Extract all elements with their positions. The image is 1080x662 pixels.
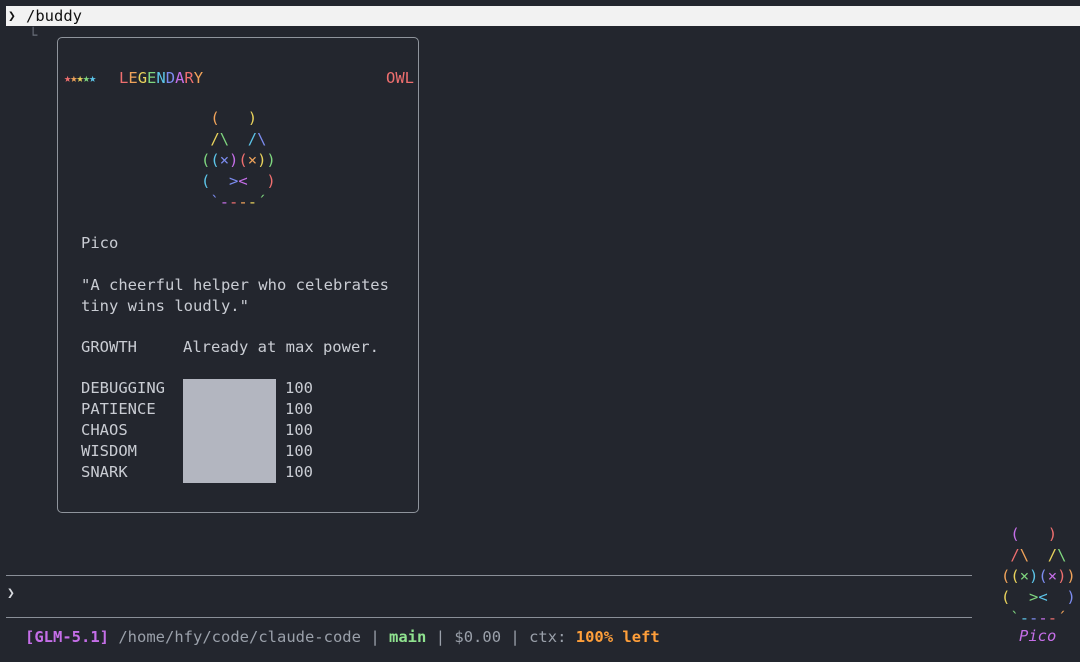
- stat-name: PATIENCE: [81, 400, 156, 418]
- stats-list: DEBUGGING 100 PATIENCE 100 CHAOS 100 WIS…: [81, 378, 313, 483]
- art-line: /\ /\: [1010, 546, 1067, 564]
- cost-value: $0.00: [454, 628, 502, 646]
- art-line: ( >< ): [201, 172, 276, 190]
- status-line: [GLM-5.1] /home/hfy/code/claude-code | m…: [25, 627, 660, 648]
- stat-value: 100: [285, 442, 313, 460]
- buddy-card: ★★★★★ LEGENDARY OWL ( ) /\ /\ ((×)(×)) (…: [57, 37, 419, 513]
- growth-label: GROWTH: [81, 338, 137, 356]
- art-line: `----´: [210, 193, 267, 211]
- input-bottom-divider: [6, 617, 972, 618]
- stat-bar: [183, 399, 285, 420]
- cwd-path: /home/hfy/code/claude-code: [118, 628, 361, 646]
- buddy-quote-line1: "A cheerful helper who celebrates: [81, 276, 389, 294]
- status-separator: |: [435, 628, 446, 646]
- input-top-divider: [6, 575, 972, 576]
- art-line: ((×)(×)): [1001, 567, 1076, 585]
- stat-value: 100: [285, 463, 313, 481]
- command-bar: ❯ /buddy: [6, 6, 1080, 26]
- stat-bar: [183, 420, 285, 441]
- status-separator: |: [370, 628, 380, 646]
- stat-name: CHAOS: [81, 421, 128, 439]
- model-badge: [GLM-5.1]: [25, 628, 109, 646]
- stat-value: 100: [285, 421, 313, 439]
- stat-bar: [183, 378, 285, 399]
- stat-row-patience: PATIENCE 100: [81, 399, 313, 420]
- status-separator: |: [510, 628, 520, 646]
- stat-row-snark: SNARK 100: [81, 462, 313, 483]
- art-line: ((×)(×)): [201, 151, 276, 169]
- art-line: ( ): [1010, 525, 1058, 543]
- mini-buddy-art: ( ) /\ /\ ((×)(×)) ( >< ) `----´: [1001, 524, 1076, 629]
- stat-row-debugging: DEBUGGING 100: [81, 378, 313, 399]
- mini-buddy-name: Pico: [1019, 627, 1057, 645]
- stat-name: DEBUGGING: [81, 379, 165, 397]
- growth-value: Already at max power.: [183, 338, 379, 356]
- art-line: ( ): [210, 109, 258, 127]
- tree-connector: └: [29, 28, 38, 44]
- art-line: /\ /\: [210, 130, 267, 148]
- input-prompt[interactable]: ❯: [7, 586, 15, 601]
- rarity-label: LEGENDARY: [119, 69, 204, 87]
- stat-bar: [183, 441, 285, 462]
- stat-bar: [183, 462, 285, 483]
- art-line: `----´: [1010, 609, 1067, 627]
- art-line: ( >< ): [1001, 588, 1076, 606]
- stat-row-wisdom: WISDOM 100: [81, 441, 313, 462]
- buddy-art: ( ) /\ /\ ((×)(×)) ( >< ) `----´: [201, 108, 276, 213]
- stat-row-chaos: CHAOS 100: [81, 420, 313, 441]
- stat-name: WISDOM: [81, 442, 137, 460]
- ctx-value: 100% left: [575, 628, 660, 646]
- stat-value: 100: [285, 400, 313, 418]
- species-label: OWL: [386, 69, 414, 87]
- command-text: /buddy: [26, 7, 82, 25]
- git-branch: main: [389, 628, 427, 646]
- stat-value: 100: [285, 379, 313, 397]
- buddy-name: Pico: [81, 234, 119, 252]
- prompt-icon: ❯: [8, 8, 16, 24]
- ctx-label: ctx:: [529, 628, 567, 646]
- buddy-quote-line2: tiny wins loudly.": [81, 297, 249, 315]
- rarity-stars: ★★★★★: [64, 71, 96, 85]
- stat-name: SNARK: [81, 463, 128, 481]
